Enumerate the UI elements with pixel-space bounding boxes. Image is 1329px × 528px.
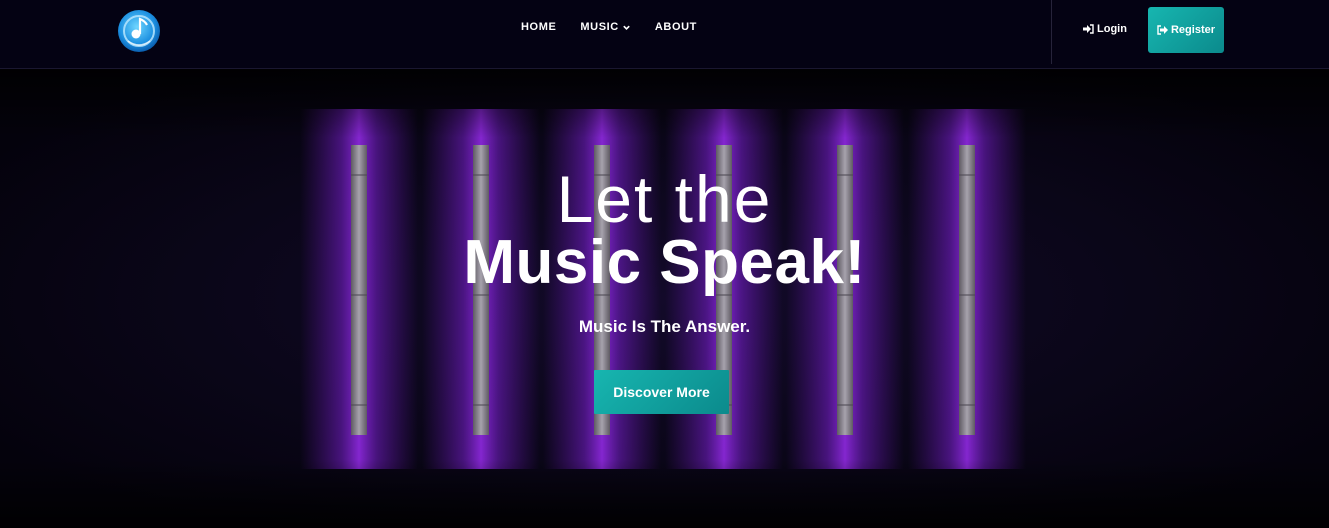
neon-tubes-background <box>0 69 1329 528</box>
nav-music-dropdown[interactable]: MUSIC <box>580 21 630 33</box>
hero-title-line2: Music Speak! <box>463 228 866 297</box>
music-disc-logo-icon[interactable] <box>114 7 164 53</box>
login-button[interactable]: Login <box>1083 23 1127 35</box>
nav-home-label: HOME <box>521 21 557 33</box>
top-navbar: HOME MUSIC ABOUT Login Register <box>0 0 1329 69</box>
discover-more-button[interactable]: Discover More <box>594 370 729 414</box>
register-label: Register <box>1170 24 1216 36</box>
hero-section: Let the Music Speak! Music Is The Answer… <box>0 69 1329 528</box>
login-label: Login <box>1097 23 1127 35</box>
nav-home[interactable]: HOME <box>521 21 556 33</box>
header-divider <box>1051 0 1052 64</box>
nav-about-label: ABOUT <box>654 21 697 33</box>
page: HOME MUSIC ABOUT Login Register Let the … <box>0 0 1329 528</box>
nav-music-label: MUSIC <box>580 21 619 33</box>
hero-title-line1: Let the <box>556 162 773 236</box>
sign-in-icon <box>1083 24 1094 34</box>
sign-out-icon <box>1157 25 1168 35</box>
nav-about[interactable]: ABOUT <box>655 21 697 33</box>
chevron-down-icon <box>623 25 630 30</box>
discover-more-label: Discover More <box>613 384 710 400</box>
main-nav: HOME MUSIC ABOUT <box>521 21 721 33</box>
hero-subtitle: Music Is The Answer. <box>578 317 751 336</box>
register-button[interactable]: Register <box>1148 7 1224 53</box>
